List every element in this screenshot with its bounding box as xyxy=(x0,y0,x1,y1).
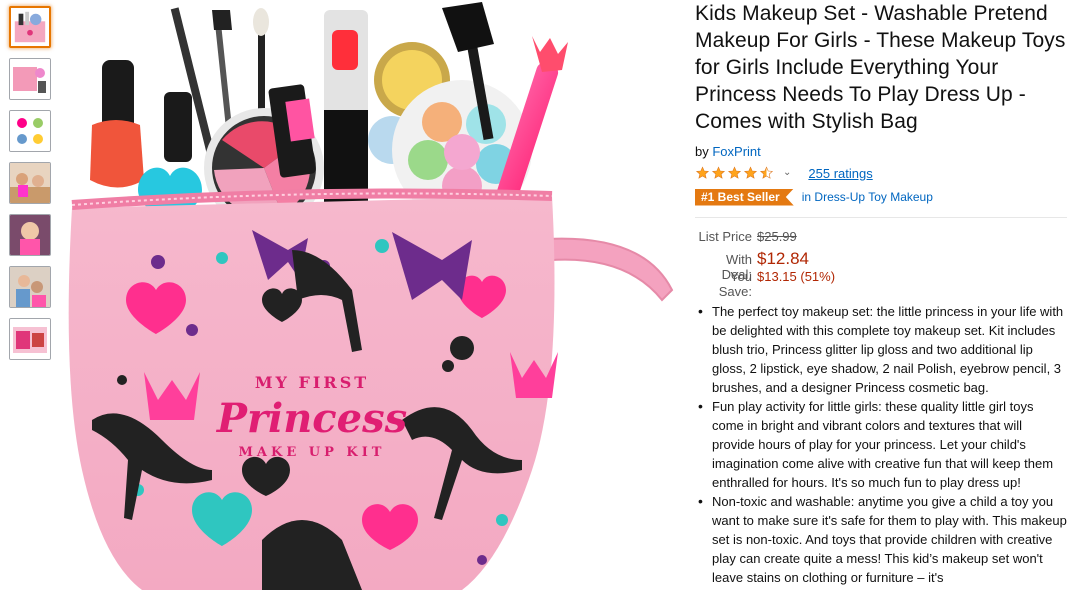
byline: by FoxPrint xyxy=(695,144,1067,160)
best-seller-badge[interactable]: #1 Best Seller xyxy=(695,188,794,206)
best-seller-row: #1 Best Seller in Dress-Up Toy Makeup xyxy=(695,187,1067,207)
list-price-row: List Price $25.99 xyxy=(695,229,1067,249)
chevron-down-icon[interactable]: ⌄ xyxy=(783,167,791,178)
divider xyxy=(695,217,1067,218)
star-half-icon xyxy=(759,166,774,179)
thumbnail-3[interactable] xyxy=(9,110,51,152)
best-seller-in: in xyxy=(801,190,812,204)
feature-bullet: Non-toxic and washable: anytime you give… xyxy=(698,492,1067,587)
list-price-label: List Price xyxy=(698,229,752,244)
brand-link[interactable]: FoxPrint xyxy=(712,144,760,159)
best-seller-category[interactable]: in Dress-Up Toy Makeup xyxy=(802,190,933,204)
main-product-image[interactable]: MY FIRST Princess MAKE UP KIT xyxy=(62,0,680,603)
star-full-icon xyxy=(695,166,710,179)
by-prefix: by xyxy=(695,144,709,159)
bag-text-bottom: MAKE UP KIT xyxy=(239,445,386,460)
ratings-count-link[interactable]: 255 ratings xyxy=(808,166,872,181)
savings-label: You Save: xyxy=(718,269,752,299)
best-seller-badge-label: #1 Best Seller xyxy=(701,189,780,204)
rating-row: ⌄ 255 ratings xyxy=(695,163,1067,183)
deal-price-row: With Deal: $12.84 xyxy=(695,249,1067,282)
product-title: Kids Makeup Set - Washable Pretend Makeu… xyxy=(695,2,1066,133)
savings-value: $13.15 (51%) xyxy=(757,269,836,284)
thumbnail-4[interactable] xyxy=(9,162,51,204)
savings-row: You Save: $13.15 (51%) xyxy=(695,269,1067,299)
price-table: List Price $25.99 With Deal: $12.84 You … xyxy=(695,229,1067,299)
feature-bullets: The perfect toy makeup set: the little p… xyxy=(695,302,1067,587)
feature-bullet: Fun play activity for little girls: thes… xyxy=(698,397,1067,492)
star-full-icon xyxy=(711,166,726,179)
thumbnail-6[interactable] xyxy=(9,266,51,308)
thumbnail-strip xyxy=(9,6,53,370)
star-full-icon xyxy=(727,166,742,179)
thumbnail-5[interactable] xyxy=(9,214,51,256)
deal-price-value: $12.84 xyxy=(757,249,809,268)
thumbnail-1[interactable] xyxy=(9,6,51,48)
bag-text-main: Princess xyxy=(216,395,407,442)
star-rating[interactable]: ⌄ xyxy=(695,166,791,180)
product-detail-panel: Kids Makeup Set - Washable Pretend Makeu… xyxy=(695,0,1067,587)
best-seller-category-link[interactable]: Dress-Up Toy Makeup xyxy=(814,190,933,204)
list-price-value: $25.99 xyxy=(757,229,797,244)
thumbnail-7[interactable] xyxy=(9,318,51,360)
star-full-icon xyxy=(743,166,758,179)
bag-text-top: MY FIRST xyxy=(255,373,369,392)
thumbnail-2[interactable] xyxy=(9,58,51,100)
feature-bullet: The perfect toy makeup set: the little p… xyxy=(698,302,1067,397)
